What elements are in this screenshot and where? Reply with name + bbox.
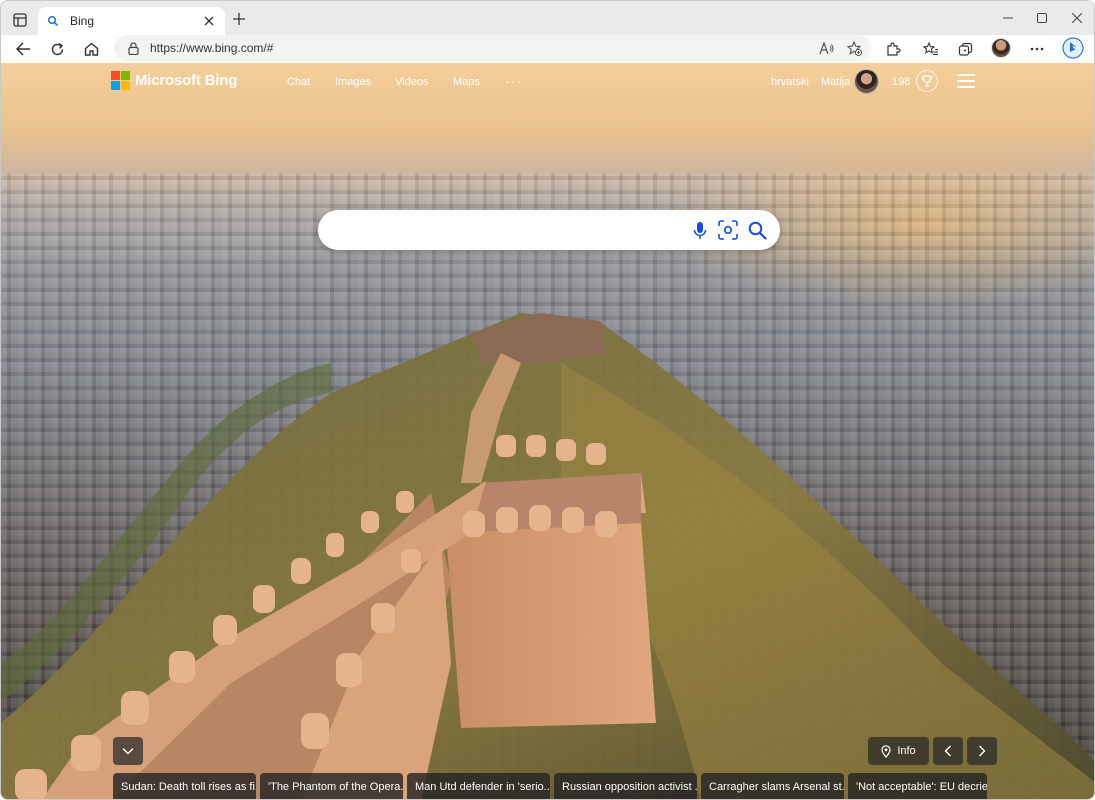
favorites-icon[interactable] [919, 37, 943, 61]
news-item[interactable]: Russian opposition activist ... [554, 773, 697, 799]
back-arrow-icon[interactable] [11, 37, 35, 61]
logo-blue-square [111, 81, 120, 90]
chevron-left-icon [944, 745, 951, 757]
hamburger-line [957, 74, 975, 76]
nav-chat[interactable]: Chat [287, 76, 310, 88]
new-tab-icon[interactable] [230, 10, 248, 28]
browser-toolbar: https://www.bing.com/# [1, 35, 1094, 63]
news-item[interactable]: Sudan: Death toll rises as fi... [113, 773, 256, 799]
user-name[interactable]: Matija [821, 76, 850, 88]
maximize-icon[interactable] [1033, 9, 1051, 27]
profile-avatar[interactable] [991, 38, 1011, 58]
add-favorite-icon[interactable] [843, 37, 865, 59]
read-aloud-icon[interactable] [815, 37, 837, 59]
previous-image-button[interactable] [933, 737, 963, 765]
language-link[interactable]: hrvatski [771, 76, 809, 88]
background-fort-wall-image [1, 313, 1094, 799]
logo-red-square [111, 71, 120, 80]
search-box[interactable] [318, 210, 780, 250]
browser-window: Bing https://www.bing.com/# Microsoft Bi… [0, 0, 1095, 800]
location-pin-icon [881, 744, 891, 758]
hamburger-line [957, 86, 975, 88]
chevron-right-icon [979, 745, 986, 757]
microsoft-logo-icon [111, 71, 130, 90]
rewards-points[interactable]: 198 [892, 76, 910, 88]
logo-green-square [121, 71, 130, 80]
lock-icon[interactable] [124, 39, 142, 57]
minimize-icon[interactable] [999, 9, 1017, 27]
news-item[interactable]: 'The Phantom of the Opera... [260, 773, 403, 799]
tab-title: Bing [70, 14, 95, 28]
tab-actions-icon[interactable] [9, 9, 31, 31]
visual-search-icon[interactable] [717, 219, 739, 241]
microphone-icon[interactable] [689, 219, 711, 241]
window-close-icon[interactable] [1068, 9, 1086, 27]
search-input[interactable] [334, 218, 684, 242]
tab-strip: Bing [1, 1, 1094, 35]
collections-icon[interactable] [953, 37, 977, 61]
news-feed-strip: Sudan: Death toll rises as fi... 'The Ph… [113, 773, 987, 799]
close-tab-icon[interactable] [201, 13, 217, 29]
extensions-icon[interactable] [881, 37, 905, 61]
hamburger-line [957, 80, 975, 82]
bing-homepage: Microsoft Bing Chat Images Videos Maps ·… [1, 63, 1094, 799]
refresh-icon[interactable] [45, 37, 69, 61]
brand-name: Microsoft Bing [135, 72, 238, 89]
bing-logo[interactable]: Microsoft Bing [111, 71, 237, 90]
collapse-feed-button[interactable] [113, 737, 143, 765]
rewards-trophy-icon[interactable] [916, 70, 938, 92]
image-info-button[interactable]: Info [868, 737, 929, 765]
url-text[interactable]: https://www.bing.com/# [150, 41, 815, 55]
hamburger-menu-icon[interactable] [957, 74, 975, 88]
chevron-down-icon [122, 748, 134, 755]
nav-images[interactable]: Images [335, 76, 371, 88]
news-item[interactable]: Carragher slams Arsenal st... [701, 773, 844, 799]
bing-copilot-icon[interactable] [1061, 36, 1085, 60]
nav-more-button[interactable]: ··· [505, 73, 522, 89]
search-icon[interactable] [746, 219, 768, 241]
news-item[interactable]: Man Utd defender in 'serio... [407, 773, 550, 799]
nav-maps[interactable]: Maps [453, 76, 480, 88]
user-avatar[interactable] [854, 69, 879, 94]
address-bar[interactable]: https://www.bing.com/# [114, 35, 871, 61]
next-image-button[interactable] [967, 737, 997, 765]
tab-bing[interactable]: Bing [38, 7, 225, 35]
news-item[interactable]: 'Not acceptable': EU decrie... [848, 773, 987, 799]
info-label: Info [897, 745, 916, 757]
home-icon[interactable] [79, 37, 103, 61]
nav-videos[interactable]: Videos [395, 76, 428, 88]
search-favicon-icon [46, 14, 60, 28]
more-menu-icon[interactable] [1025, 37, 1049, 61]
logo-yellow-square [121, 81, 130, 90]
